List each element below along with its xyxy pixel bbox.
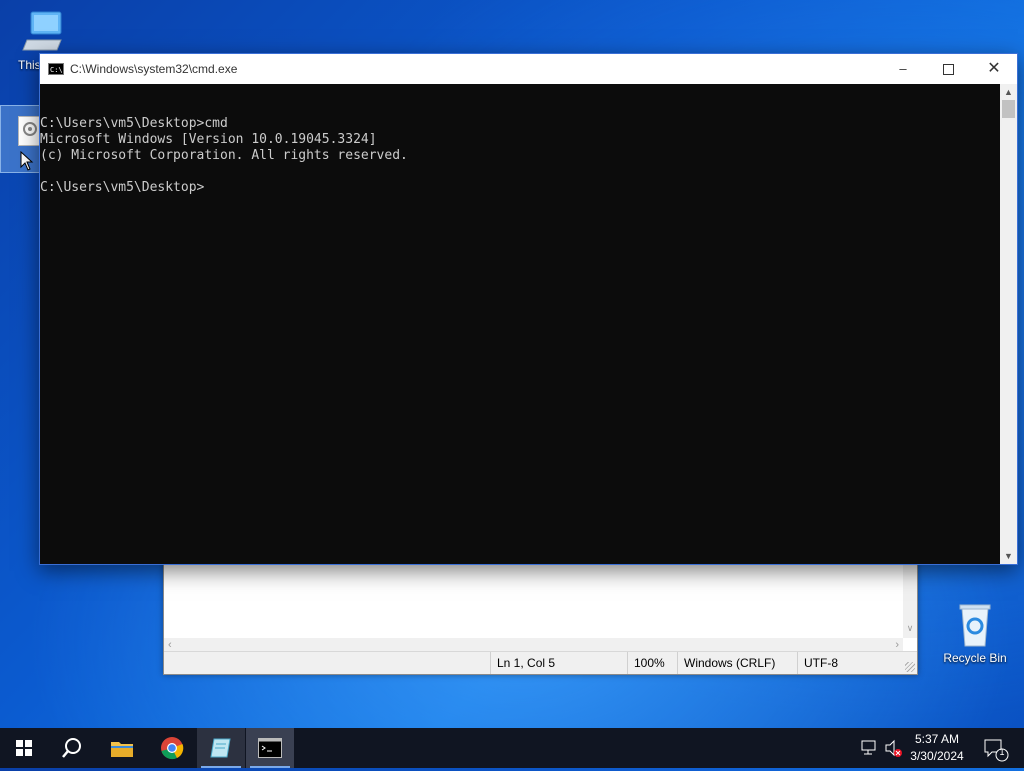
maximize-icon (942, 64, 954, 76)
status-position: Ln 1, Col 5 (490, 652, 623, 674)
scroll-up-icon[interactable]: ▲ (1000, 84, 1017, 100)
notepad-taskbar-button[interactable] (197, 728, 245, 768)
notification-center-button[interactable]: 1 (982, 728, 1012, 768)
minimize-button[interactable]: – (880, 54, 926, 84)
file-explorer-button[interactable] (98, 728, 146, 768)
cmd-icon (258, 738, 282, 758)
status-encoding: UTF-8 (797, 652, 904, 674)
cmd-taskbar-button[interactable] (246, 728, 294, 768)
console-line: (c) Microsoft Corporation. All rights re… (40, 148, 408, 163)
notepad-status-bar: Ln 1, Col 5 100% Windows (CRLF) UTF-8 (164, 651, 917, 674)
cmd-vertical-scrollbar[interactable]: ▲ ▼ (1000, 84, 1017, 564)
console-line: C:\Users\vm5\Desktop>cmd (40, 116, 228, 131)
resize-grip-icon[interactable] (905, 662, 915, 672)
windows-logo-icon (16, 740, 32, 756)
cmd-window[interactable]: C:\ C:\Windows\system32\cmd.exe – ✕ C:\U… (39, 53, 1018, 565)
status-line-ending: Windows (CRLF) (677, 652, 792, 674)
scroll-thumb[interactable] (1002, 100, 1015, 118)
close-icon: ✕ (987, 60, 1001, 77)
search-button[interactable] (48, 728, 96, 768)
scroll-down-icon[interactable]: ▼ (1000, 548, 1017, 564)
mouse-cursor-icon (20, 150, 34, 176)
maximize-button[interactable] (925, 54, 971, 84)
clock[interactable]: 5:37 AM 3/30/2024 (898, 731, 976, 771)
desktop-icon-label: Recycle Bin (943, 651, 1007, 665)
taskbar: 5:37 AM 3/30/2024 1 (0, 728, 1024, 768)
chrome-icon (161, 737, 184, 760)
console-output[interactable]: C:\Users\vm5\Desktop>cmd Microsoft Window… (40, 84, 1000, 564)
start-button[interactable] (0, 728, 48, 768)
window-title: C:\Windows\system32\cmd.exe (70, 62, 238, 76)
search-icon (62, 738, 81, 758)
close-button[interactable]: ✕ (971, 54, 1017, 84)
console-line: Microsoft Windows [Version 10.0.19045.33… (40, 132, 377, 147)
computer-icon (21, 8, 65, 58)
chevron-left-icon[interactable]: ‹ (168, 638, 172, 652)
chevron-down-icon[interactable]: ∨ (903, 623, 917, 634)
chevron-right-icon[interactable]: › (895, 638, 899, 652)
network-icon[interactable] (860, 728, 882, 768)
clock-time: 5:37 AM (914, 732, 960, 746)
chrome-button[interactable] (148, 728, 196, 768)
desktop-icon-recycle-bin[interactable]: Recycle Bin (940, 600, 1010, 665)
folder-icon (111, 742, 133, 757)
recycle-bin-icon (953, 600, 997, 648)
desktop-icon-this-pc[interactable]: This PC (8, 8, 78, 72)
notification-badge: 1 (999, 747, 1005, 757)
clock-date: 3/30/2024 (910, 749, 964, 763)
notepad-icon (210, 738, 231, 758)
cmd-app-icon: C:\ (48, 63, 64, 75)
console-prompt-line: C:\Users\vm5\Desktop> (40, 180, 205, 195)
status-zoom: 100% (627, 652, 672, 674)
notepad-horizontal-scrollbar[interactable]: ‹ › (164, 638, 903, 652)
minimize-icon: – (899, 61, 907, 76)
cmd-title-bar[interactable]: C:\ C:\Windows\system32\cmd.exe – ✕ (40, 54, 1017, 84)
